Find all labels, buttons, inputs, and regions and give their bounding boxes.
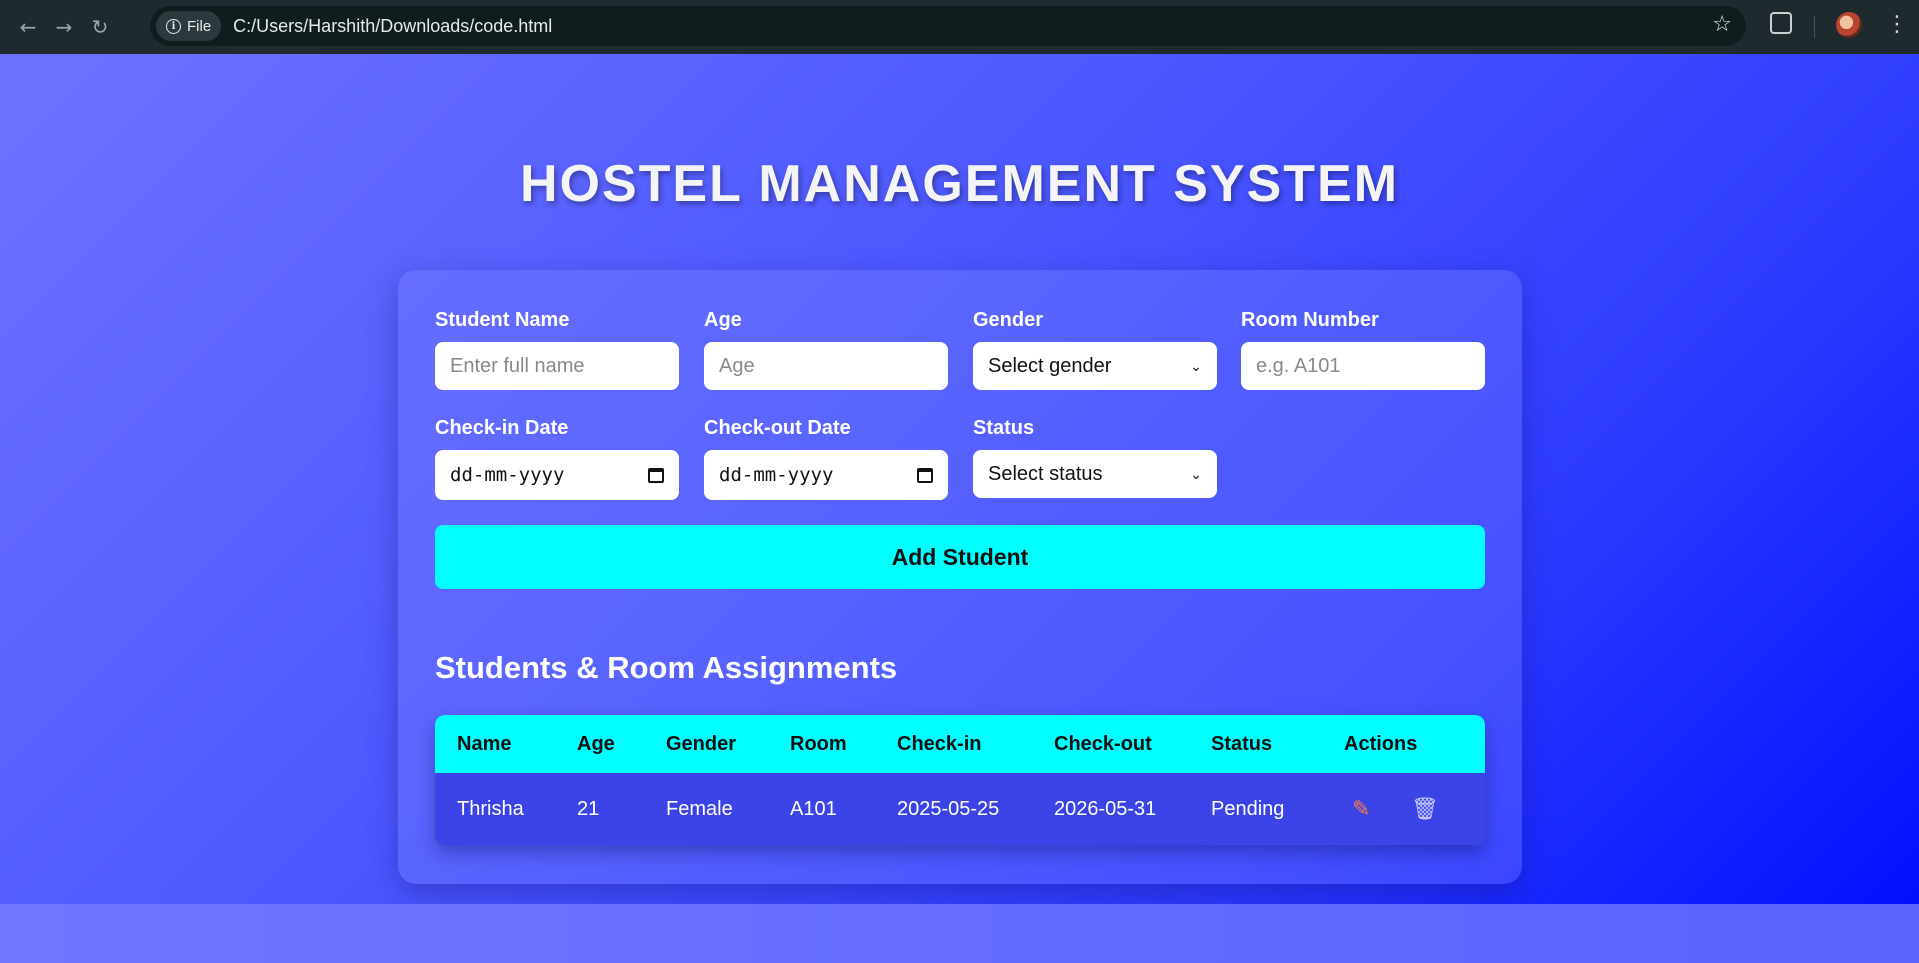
main-card: Student Name Enter full name Age Age Gen…	[398, 270, 1522, 884]
room-number-label: Room Number	[1241, 309, 1379, 331]
add-student-button[interactable]: Add Student	[435, 525, 1485, 589]
cell-age: 21	[577, 797, 600, 820]
table-section-title: Students & Room Assignments	[435, 650, 898, 685]
cell-name: Thrisha	[457, 797, 524, 820]
status-field: Status Select status ⌄	[973, 417, 1217, 498]
info-icon: i	[166, 18, 181, 34]
status-select[interactable]: Select status ⌄	[973, 450, 1217, 498]
column-header-name: Name	[457, 732, 512, 755]
page-background: HOSTEL MANAGEMENT SYSTEM Student Name En…	[0, 54, 1919, 904]
gender-selected-value: Select gender	[988, 354, 1112, 377]
address-bar[interactable]: i File C:/Users/Harshith/Downloads/code.…	[150, 6, 1746, 46]
status-label: Status	[973, 417, 1035, 439]
extensions-icon[interactable]	[1770, 12, 1792, 34]
delete-button[interactable]: 🗑	[1411, 773, 1439, 845]
check-in-date-value: dd-mm-yyyy	[450, 464, 565, 486]
reload-icon[interactable]: ↻	[82, 9, 118, 45]
toolbar-divider	[1814, 16, 1815, 38]
check-out-label: Check-out Date	[704, 417, 851, 439]
chevron-down-icon: ⌄	[1190, 357, 1202, 374]
table-row: Thrisha 21 Female A101 2025-05-25 2026-0…	[435, 773, 1485, 845]
url-text[interactable]: C:/Users/Harshith/Downloads/code.html	[233, 16, 552, 37]
age-input[interactable]: Age	[704, 342, 948, 390]
site-info-chip[interactable]: i File	[156, 11, 222, 41]
table-header-row: Name Age Gender Room Check-in Check-out …	[435, 715, 1485, 773]
trash-icon[interactable]: 🗑	[1411, 796, 1439, 822]
page-title: HOSTEL MANAGEMENT SYSTEM	[519, 155, 1400, 213]
page-footer-strip	[0, 904, 1919, 963]
back-icon[interactable]: ←	[10, 9, 46, 45]
column-header-actions: Actions	[1344, 732, 1418, 755]
column-header-room: Room	[790, 732, 847, 755]
bookmark-star-icon[interactable]: ☆	[1712, 12, 1732, 37]
gender-select[interactable]: Select gender ⌄	[973, 342, 1217, 390]
edit-button[interactable]: ✎	[1352, 773, 1370, 845]
student-name-input[interactable]: Enter full name	[435, 342, 679, 390]
cell-check-in: 2025-05-25	[897, 797, 1000, 820]
gender-field: Gender Select gender ⌄	[973, 309, 1217, 390]
room-number-input[interactable]: e.g. A101	[1241, 342, 1485, 390]
room-number-field: Room Number e.g. A101	[1241, 309, 1485, 390]
cell-status: Pending	[1211, 797, 1285, 820]
cell-room: A101	[790, 797, 837, 820]
check-out-date-input[interactable]: dd-mm-yyyy	[704, 450, 948, 500]
status-selected-value: Select status	[988, 462, 1103, 485]
kebab-menu-icon[interactable]: ⋮	[1886, 10, 1908, 40]
age-label: Age	[704, 309, 742, 331]
gender-label: Gender	[973, 309, 1044, 331]
file-chip-label: File	[187, 17, 212, 35]
age-placeholder: Age	[719, 354, 755, 377]
student-name-field: Student Name Enter full name	[435, 309, 679, 390]
student-name-label: Student Name	[435, 309, 570, 331]
cell-gender: Female	[666, 797, 733, 820]
check-out-date-value: dd-mm-yyyy	[719, 464, 834, 486]
check-out-field: Check-out Date dd-mm-yyyy	[704, 417, 948, 500]
edit-icon[interactable]: ✎	[1352, 796, 1370, 822]
column-header-age: Age	[577, 732, 615, 755]
students-table: Name Age Gender Room Check-in Check-out …	[435, 715, 1485, 845]
age-field: Age Age	[704, 309, 948, 390]
column-header-check-in: Check-in	[897, 732, 982, 755]
forward-icon[interactable]: →	[46, 9, 82, 45]
student-name-placeholder: Enter full name	[450, 354, 585, 377]
column-header-check-out: Check-out	[1054, 732, 1152, 755]
column-header-status: Status	[1211, 732, 1273, 755]
check-in-field: Check-in Date dd-mm-yyyy	[435, 417, 679, 500]
browser-toolbar: ← → ↻ i File C:/Users/Harshith/Downloads…	[0, 0, 1919, 54]
cell-check-out: 2026-05-31	[1054, 797, 1157, 820]
check-in-label: Check-in Date	[435, 417, 569, 439]
room-number-placeholder: e.g. A101	[1256, 354, 1341, 377]
calendar-icon[interactable]	[648, 467, 664, 483]
check-in-date-input[interactable]: dd-mm-yyyy	[435, 450, 679, 500]
profile-avatar[interactable]	[1836, 12, 1862, 38]
calendar-icon[interactable]	[917, 467, 933, 483]
chevron-down-icon: ⌄	[1190, 465, 1202, 482]
column-header-gender: Gender	[666, 732, 737, 755]
